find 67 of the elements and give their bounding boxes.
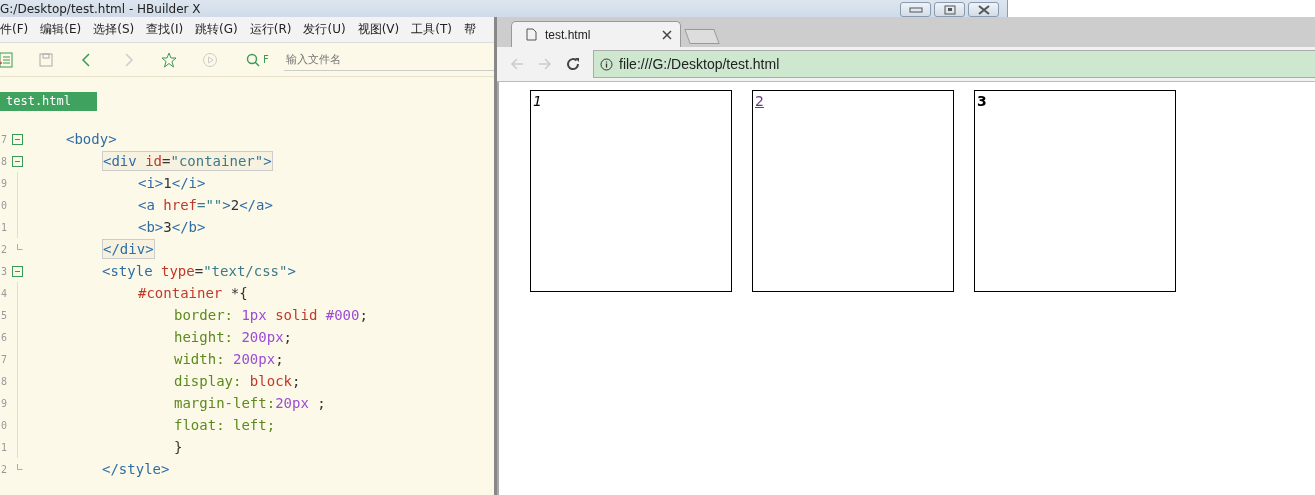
fold-icon[interactable] (12, 155, 23, 167)
menu-item[interactable]: 跳转(G) (195, 21, 238, 38)
menu-item[interactable]: 件(F) (0, 21, 29, 38)
menu-item[interactable]: 选择(S) (93, 21, 135, 38)
code-text: <body> (66, 130, 117, 148)
menu-item[interactable]: 运行(R) (249, 21, 292, 38)
line-number: 5 (1, 309, 9, 321)
code-text: <i>1</i> (138, 174, 206, 192)
window-title: G:/Desktop/test.html - HBuilder X (0, 1, 202, 16)
code-text: <a href="">2</a> (138, 196, 273, 214)
line-number: 0 (1, 199, 9, 211)
line-number: 7 (1, 133, 9, 145)
code-text: margin-left:20px ; (174, 394, 326, 412)
minimize-icon (908, 5, 923, 14)
code-text: </style> (102, 460, 170, 478)
save-icon[interactable] (38, 51, 54, 68)
menu-item[interactable]: 帮 (463, 21, 476, 38)
code-text: <b>3</b> (138, 218, 206, 236)
page-icon (526, 28, 537, 41)
browser-tab[interactable]: test.html (511, 21, 681, 47)
code-text: height: 200px; (174, 328, 293, 346)
line-number: 2 (1, 463, 9, 475)
fold-icon[interactable] (12, 133, 23, 145)
file-search-field[interactable]: 输入文件名 (283, 48, 494, 71)
line-number: 1 (1, 441, 9, 453)
code-text: width: 200px; (174, 350, 284, 368)
line-number: 9 (1, 177, 9, 189)
menu-item[interactable]: 查找(I) (146, 21, 184, 38)
code-text: } (174, 438, 183, 456)
menu-item[interactable]: 编辑(E) (40, 21, 82, 38)
code-text: <div id="container"> (102, 151, 273, 171)
close-icon (976, 4, 991, 15)
code-text: float: left; (174, 416, 276, 434)
new-tab-button[interactable] (684, 29, 720, 44)
line-number: 8 (1, 375, 9, 387)
address-bar[interactable]: file:///G:/Desktop/test.html (593, 50, 1315, 78)
code-text: </div> (102, 239, 155, 259)
line-number: 1 (1, 221, 9, 233)
star-icon[interactable] (161, 51, 177, 68)
maximize-button[interactable] (934, 2, 965, 17)
menu-item[interactable]: 视图(V) (357, 21, 400, 38)
line-number: 2 (1, 243, 9, 255)
new-file-icon[interactable] (0, 51, 13, 68)
menu-item[interactable]: 工具(T) (411, 21, 452, 38)
line-number: 0 (1, 419, 9, 431)
info-icon (600, 57, 613, 71)
search-icon (246, 52, 260, 67)
code-text: border: 1px solid #000; (174, 306, 368, 324)
close-icon[interactable] (662, 29, 672, 40)
fold-icon[interactable] (12, 265, 23, 277)
line-number: 6 (1, 331, 9, 343)
close-button[interactable] (968, 2, 999, 17)
reload-icon[interactable] (565, 56, 581, 72)
bold-number: 3 (977, 93, 987, 109)
line-number: 7 (1, 353, 9, 365)
maximize-icon (943, 4, 956, 15)
code-text: #container *{ (138, 284, 248, 302)
line-number: 3 (1, 265, 9, 277)
line-number: 8 (1, 155, 9, 167)
menu-item[interactable]: 发行(U) (303, 21, 346, 38)
link[interactable]: 2 (755, 93, 764, 109)
line-number: 4 (1, 287, 9, 299)
search-mode-label: F (263, 54, 269, 65)
line-number: 9 (1, 397, 9, 409)
code-text: <style type="text/css"> (102, 262, 296, 280)
italic-number: 1 (533, 93, 542, 109)
code-text: display: block; (174, 372, 301, 390)
